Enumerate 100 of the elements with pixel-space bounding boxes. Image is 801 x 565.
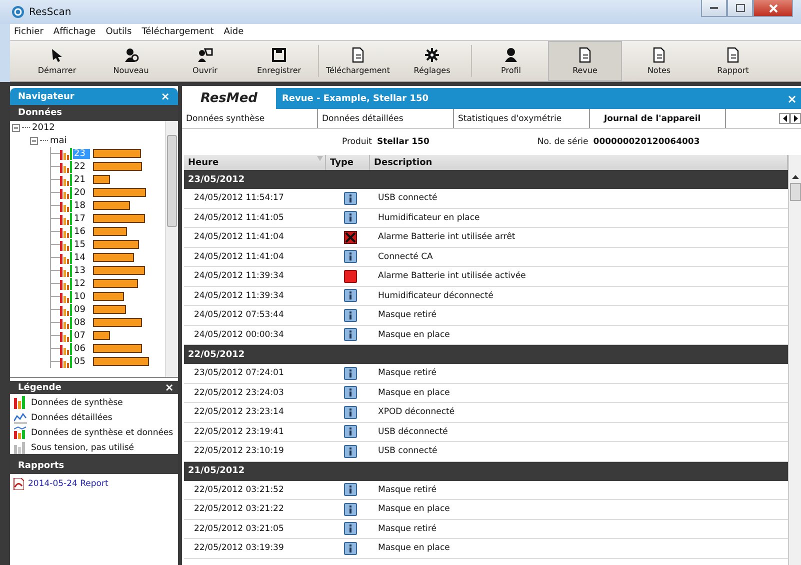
menu-item[interactable]: Affichage <box>53 27 96 37</box>
bar-chart-icon <box>60 278 72 290</box>
table-cell-text: USB connecté <box>377 446 438 456</box>
bar-chart-icon <box>60 238 72 250</box>
tree-item[interactable]: 06 <box>73 344 90 354</box>
tree-item[interactable]: 10 <box>73 292 90 302</box>
field-label: No. de série <box>537 137 588 147</box>
table-cell-text: 24/05/2012 11:39:34 <box>193 290 285 301</box>
bar-chart-icon <box>60 316 72 328</box>
close-button[interactable]: × <box>786 92 797 106</box>
usage-bar <box>93 253 134 262</box>
menu-item[interactable]: Aide <box>224 27 244 37</box>
collapse-toggle-icon[interactable] <box>12 124 20 132</box>
scroll-thumb[interactable] <box>167 135 177 227</box>
usage-bar <box>93 175 110 184</box>
tree-item[interactable]: 18 <box>73 200 90 210</box>
section-header: Rapports <box>10 457 178 474</box>
tree-item[interactable]: 14 <box>73 252 90 262</box>
bar-chart-icon <box>60 252 72 264</box>
tree-item[interactable]: 21 <box>73 174 90 184</box>
tree-item[interactable]: 20 <box>73 188 90 198</box>
menu-item[interactable]: Fichier <box>14 27 44 37</box>
table-cell-text: Masque en place <box>377 504 451 514</box>
tree-item[interactable]: 22 <box>73 162 90 172</box>
toolbar-button[interactable]: Rapport <box>696 41 770 81</box>
maximize-button[interactable] <box>727 0 753 17</box>
tree-item[interactable]: 2012 <box>32 122 55 132</box>
scrollbar[interactable] <box>165 121 178 377</box>
toolbar-button[interactable]: Réglages <box>395 41 469 81</box>
tree-item[interactable]: 16 <box>73 226 90 236</box>
close-button[interactable]: × <box>160 90 170 103</box>
person-speech-icon <box>197 47 213 63</box>
table-cell-text: Masque en place <box>377 543 451 554</box>
table-cell-text: Masque retiré <box>377 310 438 320</box>
scroll-left-button[interactable] <box>779 113 790 124</box>
toolbar-button[interactable]: Revue <box>548 41 622 81</box>
usage-bar <box>93 344 142 353</box>
info-icon <box>344 386 356 400</box>
tree-item[interactable]: 09 <box>73 304 90 314</box>
info-icon <box>344 502 356 516</box>
scroll-up-icon <box>792 175 798 179</box>
app-logo-icon <box>12 6 24 18</box>
toolbar-button[interactable]: Enregistrer <box>242 41 316 81</box>
gear-icon <box>424 47 440 63</box>
field-value: Stellar 150 <box>376 137 430 147</box>
table-cell-text: 22/05/2012 23:23:14 <box>193 407 285 418</box>
toolbar-button[interactable]: Ouvrir <box>168 41 242 81</box>
legend-label: Données de synthèse et données <box>31 428 174 438</box>
report-link[interactable]: 2014-05-24 Report <box>28 479 108 489</box>
usage-bar <box>93 240 139 249</box>
collapse-toggle-icon[interactable] <box>30 136 38 144</box>
usage-bar <box>93 149 141 158</box>
usage-bar <box>93 279 138 288</box>
tree-item[interactable]: 15 <box>73 240 90 250</box>
tree-item[interactable]: 07 <box>73 330 90 340</box>
scroll-thumb[interactable] <box>790 183 800 201</box>
table-cell-text: 22/05/2012 03:21:05 <box>193 524 285 534</box>
bar-chart-icon <box>14 396 27 409</box>
close-button[interactable] <box>753 0 793 17</box>
tab[interactable]: Données détaillées <box>318 109 454 128</box>
usage-bar <box>93 201 130 210</box>
usage-bar <box>93 214 145 223</box>
alarm-icon <box>344 270 356 283</box>
right-arrow-icon <box>794 115 798 122</box>
table-cell-text: Masque retiré <box>377 484 438 495</box>
group-header: 22/05/2012 <box>184 345 788 364</box>
usage-bar <box>93 318 142 327</box>
menu-item[interactable]: Outils <box>106 27 132 37</box>
scrollbar[interactable] <box>788 155 801 565</box>
bar-chart-icon <box>60 186 72 198</box>
tree-item[interactable]: 08 <box>73 318 90 328</box>
toolbar-button[interactable]: Profil <box>474 41 548 81</box>
menu-item[interactable]: Téléchargement <box>142 27 214 37</box>
table-cell-text: 22/05/2012 23:24:03 <box>193 388 285 398</box>
tree-item[interactable]: 12 <box>73 278 90 288</box>
close-button[interactable]: × <box>164 381 174 394</box>
toolbar-button[interactable]: Démarrer <box>20 41 94 81</box>
bar-chart-icon <box>60 330 72 342</box>
toolbar-button[interactable]: Nouveau <box>94 41 168 81</box>
scroll-right-button[interactable] <box>790 113 801 124</box>
document-icon <box>577 47 593 63</box>
bar-chart-icon <box>60 290 72 302</box>
tree-item[interactable]: 17 <box>73 214 90 224</box>
tree-item[interactable]: 13 <box>73 266 90 276</box>
panel-title: Légende <box>18 382 62 392</box>
filter-icon <box>317 156 323 162</box>
bar-chart-icon <box>60 264 72 276</box>
bar-chart-icon <box>60 226 72 238</box>
info-icon <box>344 425 356 438</box>
tab[interactable]: Journal de l'appareil <box>590 109 726 128</box>
toolbar-button[interactable]: Téléchargement <box>321 41 395 81</box>
tab[interactable]: Données synthèse <box>182 109 318 128</box>
tree-item[interactable]: 05 <box>73 356 90 366</box>
tree-item[interactable]: mai <box>50 136 67 146</box>
usage-bar <box>93 292 124 301</box>
bar-chart-icon <box>14 441 27 454</box>
minimize-button[interactable] <box>701 0 727 17</box>
bar-chart-icon <box>14 426 27 439</box>
toolbar-button[interactable]: Notes <box>622 41 696 81</box>
tab[interactable]: Statistiques d'oxymétrie <box>454 109 590 128</box>
